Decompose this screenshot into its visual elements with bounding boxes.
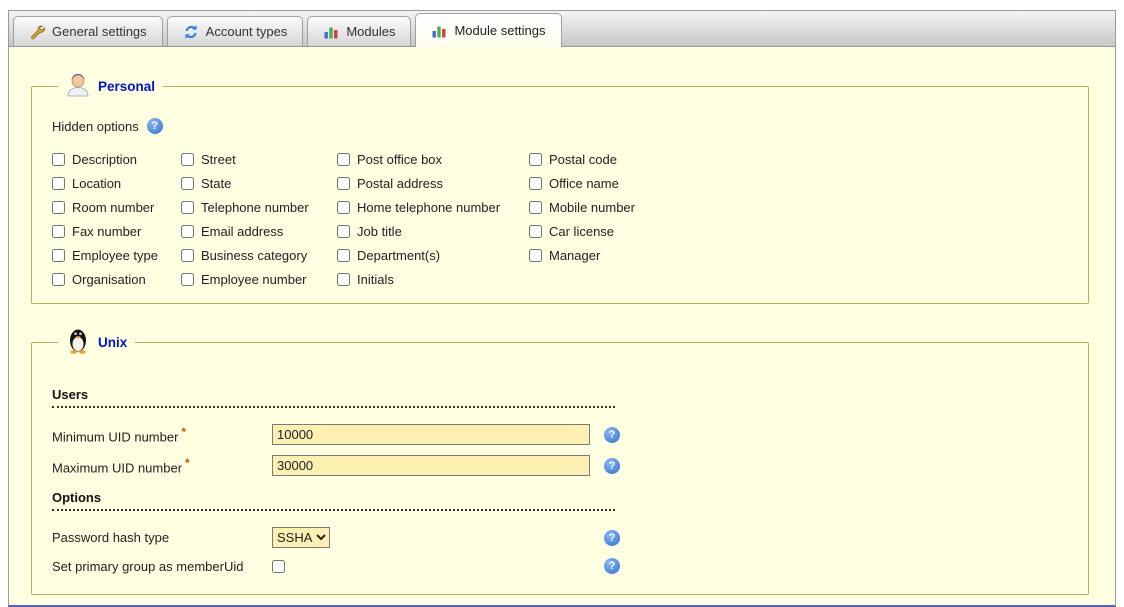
unix-section: Unix Users Minimum UID number* Maximum U…	[31, 326, 1089, 595]
password-hash-row: Password hash type SSHA	[52, 527, 1068, 548]
required-marker: *	[181, 425, 186, 439]
checkbox-input[interactable]	[181, 153, 194, 166]
wrench-icon	[29, 24, 45, 40]
tab-modules[interactable]: Modules	[307, 16, 411, 46]
checkbox-job-title[interactable]: Job title	[337, 224, 529, 239]
module-settings-icon	[431, 23, 447, 39]
member-uid-label: Set primary group as memberUid	[52, 559, 272, 574]
member-uid-checkbox[interactable]	[272, 560, 285, 573]
unix-legend: Unix	[58, 326, 135, 359]
personal-title: Personal	[98, 79, 155, 94]
checkbox-input[interactable]	[181, 225, 194, 238]
help-icon[interactable]	[604, 530, 620, 546]
content-area: Personal Hidden options Description Stre…	[8, 47, 1116, 607]
checkbox-input[interactable]	[529, 225, 542, 238]
password-hash-label: Password hash type	[52, 530, 272, 545]
checkbox-input[interactable]	[181, 177, 194, 190]
member-uid-row: Set primary group as memberUid	[52, 558, 1068, 574]
checkbox-input[interactable]	[529, 249, 542, 262]
checkbox-postal-address[interactable]: Postal address	[337, 176, 529, 191]
help-icon[interactable]	[147, 118, 163, 134]
checkbox-home-telephone-number[interactable]: Home telephone number	[337, 200, 529, 215]
unix-title: Unix	[98, 335, 127, 350]
checkbox-input[interactable]	[337, 225, 350, 238]
checkbox-employee-number[interactable]: Employee number	[181, 272, 337, 287]
tab-label: General settings	[52, 24, 147, 39]
help-icon[interactable]	[604, 458, 620, 474]
tab-label: Modules	[346, 24, 395, 39]
checkbox-input[interactable]	[52, 177, 65, 190]
min-uid-row: Minimum UID number*	[52, 424, 1068, 445]
help-icon[interactable]	[604, 427, 620, 443]
account-types-icon	[183, 24, 199, 40]
hidden-options-grid: Description Street Post office box Posta…	[52, 152, 1068, 287]
checkbox-initials[interactable]: Initials	[337, 272, 529, 287]
hidden-options-row: Hidden options	[52, 118, 1068, 134]
checkbox-office-name[interactable]: Office name	[529, 176, 635, 191]
tab-module-settings[interactable]: Module settings	[415, 13, 561, 47]
checkbox-input[interactable]	[529, 153, 542, 166]
min-uid-input[interactable]	[272, 424, 590, 445]
checkbox-business-category[interactable]: Business category	[181, 248, 337, 263]
checkbox-departments[interactable]: Department(s)	[337, 248, 529, 263]
checkbox-organisation[interactable]: Organisation	[52, 272, 181, 287]
checkbox-postal-code[interactable]: Postal code	[529, 152, 635, 167]
checkbox-room-number[interactable]: Room number	[52, 200, 181, 215]
checkbox-input[interactable]	[337, 201, 350, 214]
options-heading: Options	[52, 490, 615, 511]
lam-config-page: General settings Account types Modules M…	[0, 0, 1124, 607]
checkbox-telephone-number[interactable]: Telephone number	[181, 200, 337, 215]
users-heading: Users	[52, 387, 615, 408]
checkbox-input[interactable]	[52, 225, 65, 238]
max-uid-label: Maximum UID number*	[52, 456, 272, 475]
checkbox-input[interactable]	[181, 249, 194, 262]
checkbox-input[interactable]	[52, 153, 65, 166]
checkbox-input[interactable]	[52, 273, 65, 286]
max-uid-row: Maximum UID number*	[52, 455, 1068, 476]
person-icon	[66, 71, 90, 102]
modules-icon	[323, 24, 339, 40]
checkbox-input[interactable]	[181, 273, 194, 286]
checkbox-input[interactable]	[52, 249, 65, 262]
checkbox-employee-type[interactable]: Employee type	[52, 248, 181, 263]
checkbox-input[interactable]	[337, 249, 350, 262]
checkbox-description[interactable]: Description	[52, 152, 181, 167]
checkbox-email-address[interactable]: Email address	[181, 224, 337, 239]
required-marker: *	[185, 456, 190, 470]
personal-section: Personal Hidden options Description Stre…	[31, 71, 1089, 304]
hidden-options-label: Hidden options	[52, 119, 139, 134]
checkbox-manager[interactable]: Manager	[529, 248, 635, 263]
tab-label: Module settings	[454, 23, 545, 38]
checkbox-car-license[interactable]: Car license	[529, 224, 635, 239]
checkbox-input[interactable]	[337, 153, 350, 166]
checkbox-input[interactable]	[52, 201, 65, 214]
max-uid-input[interactable]	[272, 455, 590, 476]
checkbox-post-office-box[interactable]: Post office box	[337, 152, 529, 167]
checkbox-mobile-number[interactable]: Mobile number	[529, 200, 635, 215]
min-uid-label: Minimum UID number*	[52, 425, 272, 444]
checkbox-input[interactable]	[529, 201, 542, 214]
tab-account-types[interactable]: Account types	[167, 16, 304, 46]
checkbox-input[interactable]	[181, 201, 194, 214]
checkbox-fax-number[interactable]: Fax number	[52, 224, 181, 239]
penguin-icon	[66, 326, 90, 359]
checkbox-location[interactable]: Location	[52, 176, 181, 191]
password-hash-select[interactable]: SSHA	[272, 527, 330, 548]
tab-label: Account types	[206, 24, 288, 39]
personal-legend: Personal	[58, 71, 163, 102]
checkbox-input[interactable]	[529, 177, 542, 190]
checkbox-street[interactable]: Street	[181, 152, 337, 167]
help-icon[interactable]	[604, 558, 620, 574]
checkbox-input[interactable]	[337, 273, 350, 286]
tab-general-settings[interactable]: General settings	[13, 16, 163, 46]
checkbox-state[interactable]: State	[181, 176, 337, 191]
checkbox-input[interactable]	[337, 177, 350, 190]
tab-bar: General settings Account types Modules M…	[8, 10, 1116, 47]
